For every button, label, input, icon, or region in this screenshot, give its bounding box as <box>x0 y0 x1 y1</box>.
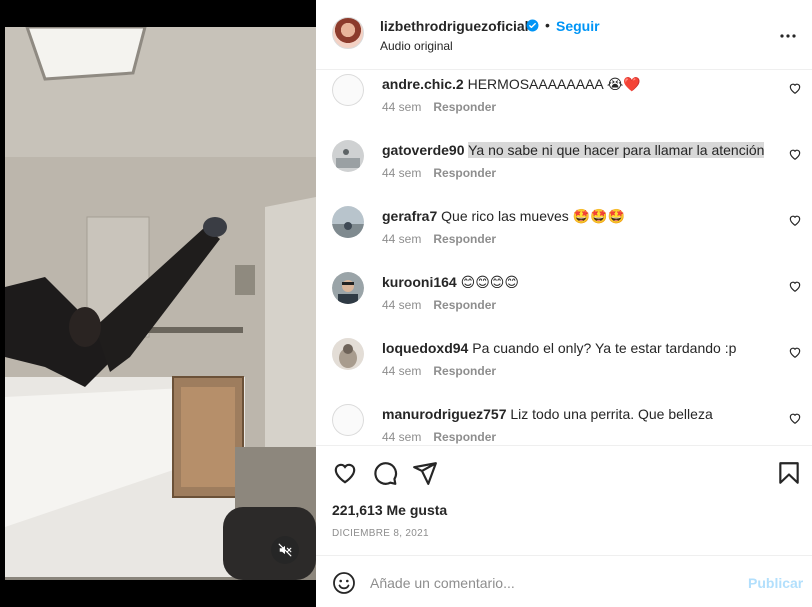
comment-heart-icon[interactable] <box>788 411 802 425</box>
comment-avatar[interactable] <box>332 74 364 106</box>
heart-icon[interactable] <box>332 460 358 486</box>
comment-body: Ya no sabe ni que hacer para llamar la a… <box>468 142 765 158</box>
comment-icon[interactable] <box>372 460 398 486</box>
comment-text: gatoverde90 Ya no sabe ni que hacer para… <box>382 141 782 159</box>
comment-body: Liz todo una perrita. Que belleza <box>510 406 713 422</box>
author-username[interactable]: lizbethrodriguezoficial <box>380 18 529 34</box>
comment-meta: 44 sem Responder <box>382 100 496 114</box>
comment-item: manurodriguez757 Liz todo una perrita. Q… <box>316 401 812 444</box>
comment-avatar[interactable] <box>332 272 364 304</box>
comment-item: gatoverde90 Ya no sabe ni que hacer para… <box>316 137 812 203</box>
like-count[interactable]: 221,613 Me gusta <box>332 502 447 518</box>
comment-body: Pa cuando el only? Ya te estar tardando … <box>472 340 737 356</box>
post-header: lizbethrodriguezoficial • Seguir Audio o… <box>316 0 812 70</box>
post-date[interactable]: DICIEMBRE 8, 2021 <box>332 528 429 539</box>
comment-age[interactable]: 44 sem <box>382 100 421 114</box>
comment-age[interactable]: 44 sem <box>382 364 421 378</box>
comment-heart-icon[interactable] <box>788 213 802 227</box>
post-media <box>0 0 316 607</box>
more-options-icon[interactable] <box>776 24 800 48</box>
comment-composer: Publicar <box>316 555 812 607</box>
comment-username[interactable]: kurooni164 <box>382 274 457 290</box>
muted-speaker-icon <box>278 543 292 557</box>
comment-heart-icon[interactable] <box>788 345 802 359</box>
emoji-icon[interactable] <box>332 571 356 595</box>
comment-age[interactable]: 44 sem <box>382 166 421 180</box>
comment-avatar[interactable] <box>332 338 364 370</box>
comment-body: Que rico las mueves 🤩🤩🤩 <box>441 208 625 224</box>
reply-button[interactable]: Responder <box>433 232 496 246</box>
comment-heart-icon[interactable] <box>788 81 802 95</box>
comment-meta: 44 sem Responder <box>382 298 496 312</box>
comment-meta: 44 sem Responder <box>382 232 496 246</box>
header-separator: • <box>545 17 550 33</box>
comment-list[interactable]: andre.chic.2 HERMOSAAAAAAAA 😭❤️ 44 sem Re… <box>316 71 812 444</box>
reply-button[interactable]: Responder <box>433 430 496 444</box>
bookmark-icon[interactable] <box>776 460 802 486</box>
comment-username[interactable]: gatoverde90 <box>382 142 464 158</box>
comment-meta: 44 sem Responder <box>382 364 496 378</box>
comment-age[interactable]: 44 sem <box>382 430 421 444</box>
comment-age[interactable]: 44 sem <box>382 232 421 246</box>
comment-text: gerafra7 Que rico las mueves 🤩🤩🤩 <box>382 207 782 225</box>
comment-text: kurooni164 😊😊😊😊 <box>382 273 782 291</box>
mute-toggle-button[interactable] <box>271 536 299 564</box>
instagram-post: lizbethrodriguezoficial • Seguir Audio o… <box>0 0 812 607</box>
comment-item: gerafra7 Que rico las mueves 🤩🤩🤩 44 sem R… <box>316 203 812 269</box>
comment-item: kurooni164 😊😊😊😊 44 sem Responder <box>316 269 812 335</box>
comment-avatar[interactable] <box>332 140 364 172</box>
comment-username[interactable]: loquedoxd94 <box>382 340 468 356</box>
comment-username[interactable]: gerafra7 <box>382 208 437 224</box>
comment-body: 😊😊😊😊 <box>460 274 519 290</box>
comment-input[interactable] <box>370 568 730 598</box>
audio-label[interactable]: Audio original <box>380 39 453 53</box>
comment-avatar[interactable] <box>332 404 364 436</box>
video-frame-image <box>5 27 316 580</box>
comment-meta: 44 sem Responder <box>382 430 496 444</box>
comment-username[interactable]: manurodriguez757 <box>382 406 506 422</box>
comment-text: loquedoxd94 Pa cuando el only? Ya te est… <box>382 339 782 357</box>
post-actions: 221,613 Me gusta DICIEMBRE 8, 2021 <box>316 445 812 565</box>
reply-button[interactable]: Responder <box>433 298 496 312</box>
publish-button[interactable]: Publicar <box>748 575 803 591</box>
share-icon[interactable] <box>412 460 438 486</box>
comment-text: manurodriguez757 Liz todo una perrita. Q… <box>382 405 782 423</box>
comment-avatar[interactable] <box>332 206 364 238</box>
comment-body: HERMOSAAAAAAAA 😭❤️ <box>467 76 641 92</box>
reply-button[interactable]: Responder <box>433 100 496 114</box>
comment-heart-icon[interactable] <box>788 147 802 161</box>
comment-item: andre.chic.2 HERMOSAAAAAAAA 😭❤️ 44 sem Re… <box>316 71 812 137</box>
reply-button[interactable]: Responder <box>433 364 496 378</box>
comment-text: andre.chic.2 HERMOSAAAAAAAA 😭❤️ <box>382 75 782 93</box>
verified-badge-icon <box>526 19 539 32</box>
post-side-panel: lizbethrodriguezoficial • Seguir Audio o… <box>316 0 812 607</box>
reply-button[interactable]: Responder <box>433 166 496 180</box>
comment-item: loquedoxd94 Pa cuando el only? Ya te est… <box>316 335 812 401</box>
comment-username[interactable]: andre.chic.2 <box>382 76 464 92</box>
comment-age[interactable]: 44 sem <box>382 298 421 312</box>
comment-meta: 44 sem Responder <box>382 166 496 180</box>
follow-button[interactable]: Seguir <box>556 18 600 34</box>
video-player[interactable] <box>5 27 316 580</box>
author-avatar[interactable] <box>332 17 364 49</box>
comment-heart-icon[interactable] <box>788 279 802 293</box>
